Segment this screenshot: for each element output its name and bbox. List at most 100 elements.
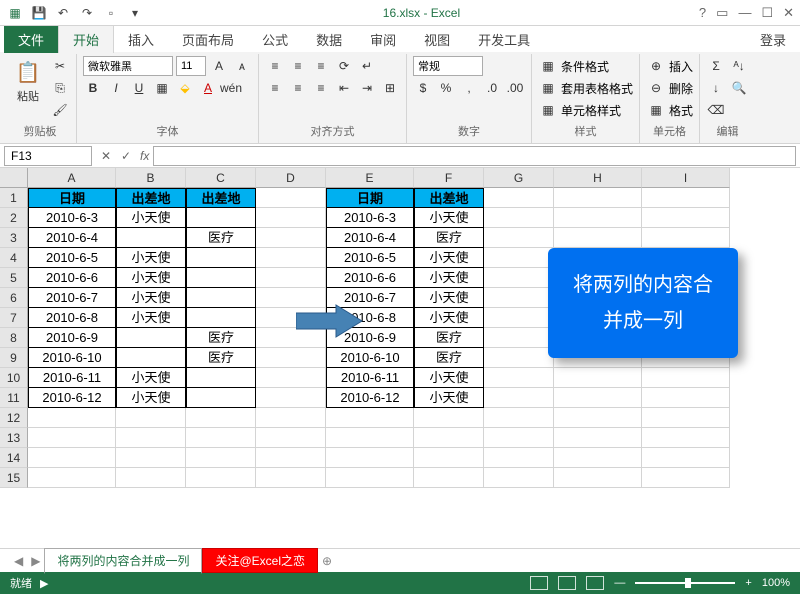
cell[interactable]: 2010-6-8 [28, 308, 116, 328]
cell[interactable]: 2010-6-5 [28, 248, 116, 268]
cell[interactable]: 小天使 [414, 388, 484, 408]
align-top-icon[interactable]: ≡ [265, 56, 285, 76]
worksheet-grid[interactable]: ABCDEFGHI 123456789101112131415 日期出差地出差地… [0, 168, 800, 548]
col-header-H[interactable]: H [554, 168, 642, 188]
cell[interactable] [186, 288, 256, 308]
cell[interactable] [186, 368, 256, 388]
comma-icon[interactable]: , [459, 78, 479, 98]
cell[interactable]: 小天使 [414, 208, 484, 228]
increase-decimal-icon[interactable]: .0 [482, 78, 502, 98]
clear-icon[interactable]: ⌫ [706, 100, 726, 120]
cell[interactable] [484, 408, 554, 428]
decrease-font-icon[interactable]: ᴀ [232, 56, 252, 76]
cell[interactable] [186, 428, 256, 448]
cell[interactable] [554, 408, 642, 428]
cell[interactable]: 出差地 [116, 188, 186, 208]
col-header-F[interactable]: F [414, 168, 484, 188]
decrease-indent-icon[interactable]: ⇤ [334, 78, 354, 98]
cell[interactable] [642, 408, 730, 428]
format-table-button[interactable]: 套用表格格式 [561, 80, 633, 97]
cell[interactable] [116, 448, 186, 468]
cell[interactable] [642, 428, 730, 448]
row-header-4[interactable]: 4 [0, 248, 28, 268]
cell[interactable]: 出差地 [186, 188, 256, 208]
login-link[interactable]: 登录 [760, 30, 786, 49]
cell[interactable] [484, 248, 554, 268]
cell-styles-button[interactable]: 单元格样式 [561, 102, 621, 119]
cell[interactable]: 小天使 [414, 288, 484, 308]
cell[interactable] [256, 408, 326, 428]
cell[interactable] [554, 188, 642, 208]
cell[interactable]: 小天使 [116, 248, 186, 268]
cell[interactable]: 小天使 [414, 368, 484, 388]
col-header-D[interactable]: D [256, 168, 326, 188]
cell[interactable] [642, 388, 730, 408]
delete-button[interactable]: 删除 [669, 80, 693, 97]
cell[interactable] [256, 268, 326, 288]
cell[interactable] [484, 228, 554, 248]
cell[interactable] [484, 208, 554, 228]
row-header-12[interactable]: 12 [0, 408, 28, 428]
cell[interactable]: 日期 [326, 188, 414, 208]
cell[interactable] [116, 408, 186, 428]
fill-color-icon[interactable]: ⬙ [175, 78, 195, 98]
cell[interactable]: 2010-6-4 [28, 228, 116, 248]
cell[interactable] [554, 388, 642, 408]
cell[interactable]: 2010-6-3 [28, 208, 116, 228]
cell[interactable] [484, 308, 554, 328]
cell[interactable]: 2010-6-10 [326, 348, 414, 368]
cell[interactable] [554, 428, 642, 448]
cell[interactable] [28, 448, 116, 468]
cell[interactable]: 2010-6-10 [28, 348, 116, 368]
cell[interactable] [256, 208, 326, 228]
row-header-8[interactable]: 8 [0, 328, 28, 348]
row-header-15[interactable]: 15 [0, 468, 28, 488]
phonetic-icon[interactable]: wén [221, 78, 241, 98]
ribbon-options-icon[interactable]: ▭ [716, 5, 728, 21]
cell[interactable] [116, 468, 186, 488]
cell[interactable] [554, 208, 642, 228]
redo-icon[interactable]: ↷ [78, 4, 96, 22]
qat-btn-icon[interactable]: ▫ [102, 4, 120, 22]
cell[interactable] [326, 468, 414, 488]
cell[interactable]: 医疗 [186, 348, 256, 368]
tab-formula[interactable]: 公式 [248, 26, 302, 53]
cell[interactable] [484, 288, 554, 308]
cell[interactable] [414, 428, 484, 448]
tab-view[interactable]: 视图 [410, 26, 464, 53]
align-center-icon[interactable]: ≡ [288, 78, 308, 98]
new-sheet-icon[interactable]: ⊕ [318, 554, 336, 568]
row-header-11[interactable]: 11 [0, 388, 28, 408]
col-header-G[interactable]: G [484, 168, 554, 188]
tab-dev[interactable]: 开发工具 [464, 26, 544, 53]
cell[interactable]: 2010-6-6 [326, 268, 414, 288]
cancel-formula-icon[interactable]: ✕ [96, 149, 116, 163]
cell[interactable]: 2010-6-6 [28, 268, 116, 288]
cell[interactable]: 2010-6-4 [326, 228, 414, 248]
insert-button[interactable]: 插入 [669, 58, 693, 75]
cell[interactable] [256, 388, 326, 408]
cell[interactable]: 2010-6-7 [28, 288, 116, 308]
cell[interactable]: 日期 [28, 188, 116, 208]
row-header-7[interactable]: 7 [0, 308, 28, 328]
normal-view-icon[interactable] [530, 576, 548, 590]
enter-formula-icon[interactable]: ✓ [116, 149, 136, 163]
cell[interactable] [484, 268, 554, 288]
cell[interactable]: 2010-6-11 [326, 368, 414, 388]
cell[interactable] [326, 428, 414, 448]
align-left-icon[interactable]: ≡ [265, 78, 285, 98]
find-icon[interactable]: 🔍 [729, 78, 749, 98]
col-header-C[interactable]: C [186, 168, 256, 188]
cell[interactable] [186, 388, 256, 408]
cell[interactable] [256, 248, 326, 268]
tab-file[interactable]: 文件 [4, 26, 58, 53]
save-icon[interactable]: 💾 [30, 4, 48, 22]
cut-icon[interactable]: ✂ [50, 56, 70, 76]
close-icon[interactable]: ✕ [783, 5, 794, 21]
merge-icon[interactable]: ⊞ [380, 78, 400, 98]
align-bottom-icon[interactable]: ≡ [311, 56, 331, 76]
cell[interactable] [186, 248, 256, 268]
cell[interactable]: 2010-6-9 [28, 328, 116, 348]
sheet-tab-2[interactable]: 关注@Excel之恋 [202, 548, 318, 573]
cell[interactable]: 2010-6-3 [326, 208, 414, 228]
